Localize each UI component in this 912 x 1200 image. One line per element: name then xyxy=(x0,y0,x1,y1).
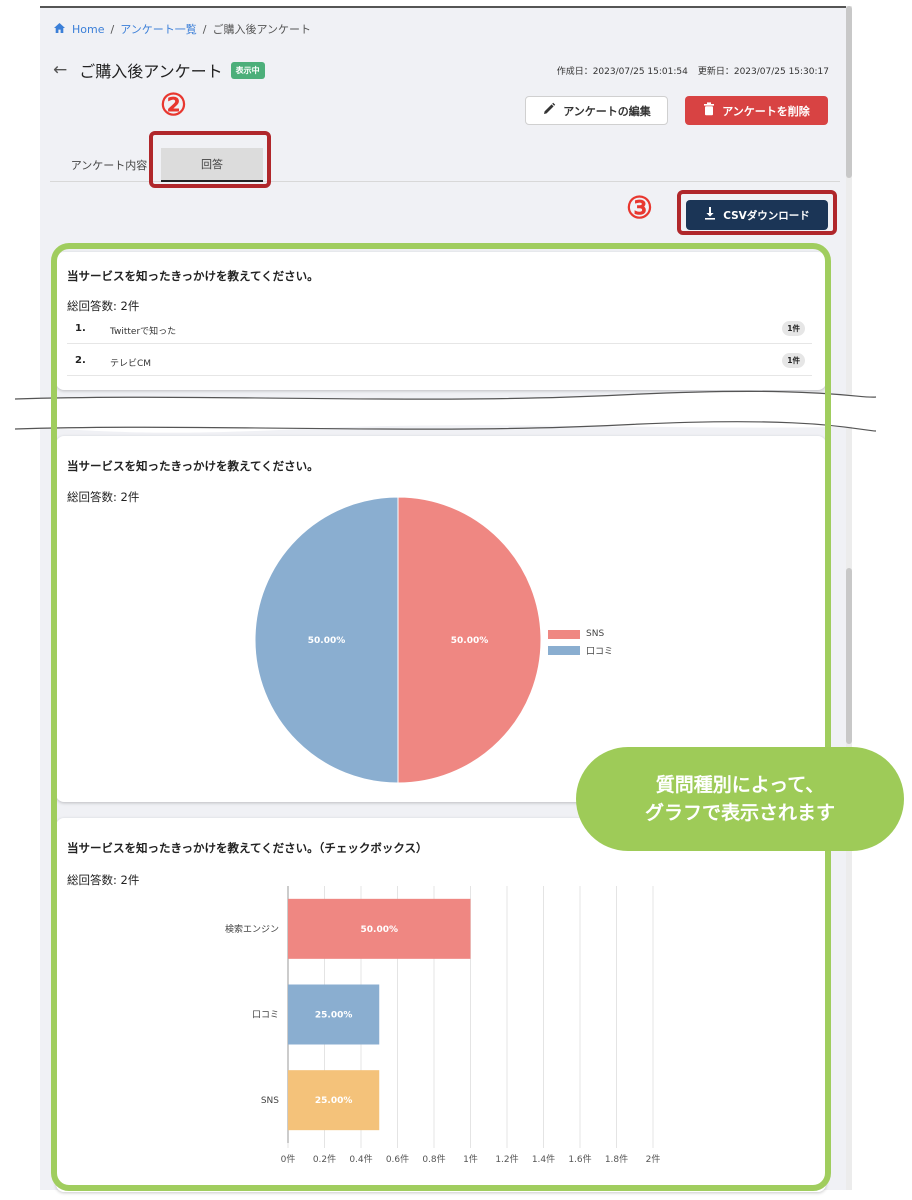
x-tick-label: 0件 xyxy=(281,1153,296,1165)
callout-tab-highlight xyxy=(149,131,271,188)
x-tick-label: 0.8件 xyxy=(422,1153,445,1165)
x-tick-label: 1.8件 xyxy=(605,1153,628,1165)
x-tick-label: 1.6件 xyxy=(568,1153,591,1165)
page-break-divider xyxy=(0,390,912,433)
x-tick-label: 1件 xyxy=(463,1153,478,1165)
x-tick-label: 0.4件 xyxy=(349,1153,372,1165)
x-tick-label: 1.4件 xyxy=(532,1153,555,1165)
note-line-1: 質問種別によって、 xyxy=(655,774,825,796)
x-tick-label: 0.6件 xyxy=(386,1153,409,1165)
bar-value-label: 50.00% xyxy=(361,925,399,935)
bar-value-label: 25.00% xyxy=(315,1011,353,1021)
bar-chart: 0件 0.2件 0.4件 0.6件 0.8件 1件 1.2件 1.4件 1.6件 1.8件 2件 50… xyxy=(225,886,661,1165)
x-tick-label: 2件 xyxy=(646,1153,661,1165)
category-label: 検索エンジン xyxy=(225,923,279,935)
callout-csv-highlight xyxy=(677,190,837,235)
note-line-2: グラフで表示されます xyxy=(644,802,835,824)
x-tick-label: 0.2件 xyxy=(313,1153,336,1165)
bar-value-label: 25.00% xyxy=(315,1096,353,1106)
x-tick-label: 1.2件 xyxy=(495,1153,518,1165)
annotation-mark-2: ② xyxy=(160,88,187,123)
annotation-note: 質問種別によって、 グラフで表示されます xyxy=(576,747,904,851)
category-label: 口コミ xyxy=(252,1011,279,1021)
annotation-mark-3: ③ xyxy=(626,191,653,226)
category-label: SNS xyxy=(261,1096,279,1106)
